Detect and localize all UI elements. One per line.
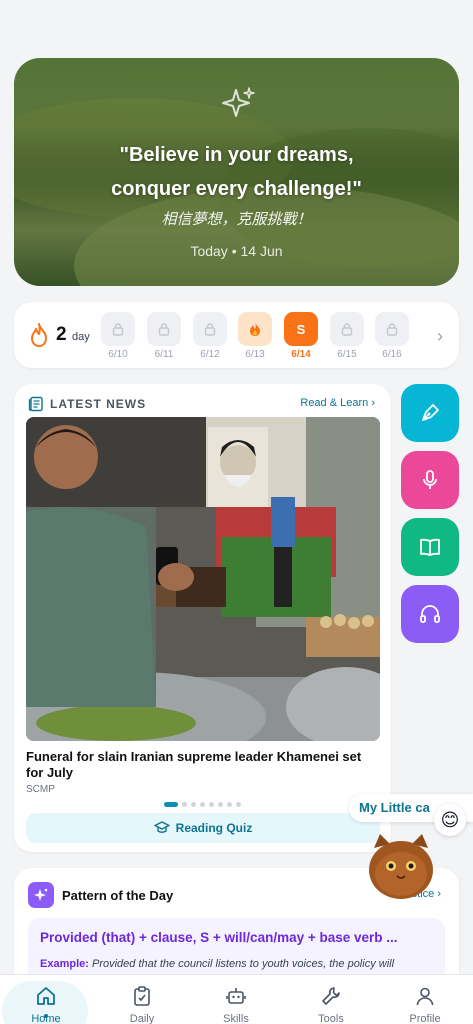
- sparkle-icon: [222, 87, 255, 117]
- lock-icon: [330, 312, 364, 346]
- bottom-navigation: Home Daily Skills Tools Profile: [0, 974, 473, 1024]
- nav-daily-label: Daily: [129, 1013, 155, 1024]
- pattern-formula: Provided (that) + clause, S + will/can/m…: [40, 930, 398, 945]
- graduation-cap-icon: [153, 821, 170, 833]
- page-dot[interactable]: [191, 802, 196, 807]
- news-source: SCMP: [26, 784, 55, 795]
- today-marker: S: [284, 312, 318, 346]
- pattern-example: Example: Provided that the council liste…: [40, 958, 394, 970]
- page-dot[interactable]: [182, 802, 187, 807]
- lock-icon: [147, 312, 181, 346]
- news-photo-illustration: [26, 417, 380, 741]
- nav-daily[interactable]: Daily: [107, 985, 177, 1024]
- reading-quiz-label: Reading Quiz: [175, 821, 253, 835]
- streak-unit: day: [72, 331, 90, 343]
- nav-skills-label: Skills: [223, 1013, 249, 1024]
- nav-tools-label: Tools: [318, 1013, 344, 1024]
- lock-icon: [101, 312, 135, 346]
- page-dot[interactable]: [200, 802, 205, 807]
- daily-quote-card[interactable]: "Believe in your dreams, conquer every c…: [14, 58, 459, 286]
- active-tab-dot: [44, 1014, 48, 1018]
- streak-day-label: 6/13: [245, 349, 265, 360]
- streak-day[interactable]: 6/10: [100, 312, 136, 360]
- streak-day[interactable]: 6/15: [329, 312, 365, 360]
- news-photo[interactable]: [26, 417, 380, 741]
- read-learn-label: Read & Learn: [300, 397, 369, 409]
- smiley-emoji-button[interactable]: 😊: [434, 804, 466, 836]
- reading-button[interactable]: [401, 518, 459, 576]
- page-dot-active[interactable]: [164, 802, 178, 807]
- flame-icon: [31, 323, 47, 347]
- example-label: Example:: [40, 958, 89, 970]
- wrench-icon: [322, 987, 340, 1005]
- example-text: Provided that the council listens to you…: [91, 958, 395, 970]
- nav-profile-label: Profile: [409, 1013, 441, 1024]
- writing-button[interactable]: [401, 384, 459, 442]
- speaking-button[interactable]: [401, 451, 459, 509]
- streak-day-label: 6/15: [337, 349, 357, 360]
- chevron-right-icon[interactable]: ›: [437, 326, 443, 347]
- read-learn-link[interactable]: Read & Learn ›: [300, 397, 375, 409]
- newspaper-icon: [28, 396, 43, 412]
- quote-translation: 相信夢想，克服挑戰！: [161, 211, 312, 228]
- nav-profile[interactable]: Profile: [390, 985, 460, 1024]
- page-dot[interactable]: [236, 802, 241, 807]
- streak-day-label: 6/14: [291, 349, 311, 360]
- page-dot[interactable]: [209, 802, 214, 807]
- streak-day-today[interactable]: S 6/14: [283, 312, 319, 360]
- carousel-pagination[interactable]: [164, 802, 241, 807]
- streak-day[interactable]: 6/11: [146, 312, 182, 360]
- lock-icon: [375, 312, 409, 346]
- sparkles-icon: [28, 882, 54, 908]
- clipboard-check-icon: [134, 986, 150, 1006]
- latest-news-card: LATEST NEWS Read & Learn › Funeral for s…: [14, 384, 391, 852]
- fire-icon: [238, 312, 272, 346]
- daily-quote: "Believe in your dreams, conquer every c…: [14, 138, 459, 206]
- assistant-bubble-text: My Little ca: [359, 800, 430, 815]
- streak-day[interactable]: 6/16: [374, 312, 410, 360]
- reading-quiz-button[interactable]: Reading Quiz: [26, 813, 380, 843]
- page-dot[interactable]: [227, 802, 232, 807]
- quote-date: Today • 14 Jun: [190, 243, 283, 259]
- nav-skills[interactable]: Skills: [201, 985, 271, 1024]
- listening-button[interactable]: [401, 585, 459, 643]
- microphone-icon: [423, 470, 437, 489]
- home-icon: [37, 987, 55, 1005]
- book-open-icon: [420, 538, 440, 556]
- lock-icon: [193, 312, 227, 346]
- streak-day[interactable]: 6/13: [237, 312, 273, 360]
- streak-day-label: 6/11: [154, 349, 174, 360]
- quote-line-2: conquer every challenge!": [111, 178, 362, 200]
- news-headline[interactable]: Funeral for slain Iranian supreme leader…: [26, 749, 382, 781]
- chevron-right-icon: ›: [437, 888, 441, 900]
- quote-line-1: "Believe in your dreams,: [119, 144, 354, 166]
- streak-day-label: 6/16: [382, 349, 402, 360]
- streak-count: 2: [56, 324, 67, 345]
- streak-day-label: 6/12: [200, 349, 220, 360]
- chevron-right-icon: ›: [371, 397, 375, 409]
- nav-tools[interactable]: Tools: [296, 985, 366, 1024]
- nav-home[interactable]: Home: [11, 985, 81, 1024]
- page-dot[interactable]: [218, 802, 223, 807]
- streak-day[interactable]: 6/12: [192, 312, 228, 360]
- news-section-title: LATEST NEWS: [50, 397, 147, 411]
- headphones-icon: [420, 605, 440, 623]
- pen-nib-icon: [422, 404, 439, 421]
- pattern-title: Pattern of the Day: [62, 888, 174, 903]
- robot-icon: [226, 988, 246, 1004]
- user-icon: [416, 987, 434, 1006]
- cat-mascot-icon[interactable]: [366, 832, 436, 900]
- streak-day-label: 6/10: [108, 349, 128, 360]
- streak-bar: 2 day 6/10 6/11 6/12 6/13 S 6/14 6/15 6/…: [14, 302, 459, 368]
